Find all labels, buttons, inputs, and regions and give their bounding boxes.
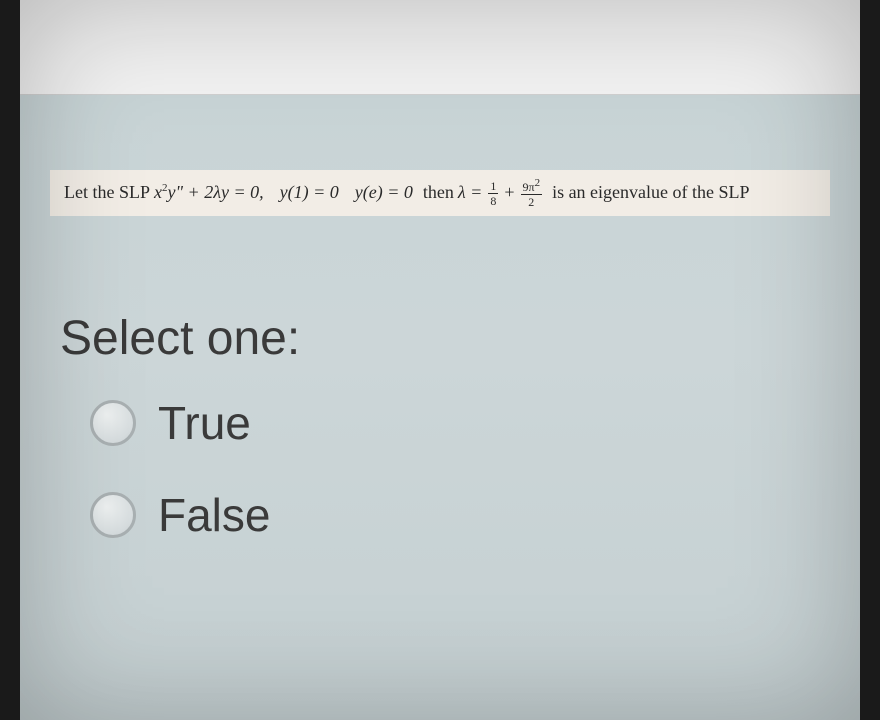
option-false-label: False bbox=[158, 488, 270, 542]
plus-sign: + bbox=[504, 180, 514, 205]
frac1-num: 1 bbox=[488, 180, 498, 194]
radio-icon[interactable] bbox=[90, 492, 136, 538]
eq-rest: y" + 2λy = 0, bbox=[168, 182, 264, 202]
options-group: True False bbox=[90, 396, 860, 542]
option-true-label: True bbox=[158, 396, 251, 450]
top-blank-bar bbox=[20, 0, 860, 95]
option-false[interactable]: False bbox=[90, 488, 860, 542]
equation: x2y" + 2λy = 0, bbox=[154, 180, 264, 205]
question-panel: Let the SLP x2y" + 2λy = 0, y(1) = 0 y(e… bbox=[20, 95, 860, 720]
eq-x: x bbox=[154, 182, 162, 202]
screen-frame: Let the SLP x2y" + 2λy = 0, y(1) = 0 y(e… bbox=[20, 0, 860, 720]
stem-tail: is an eigenvalue of the SLP bbox=[552, 180, 749, 205]
fraction-1: 1 8 bbox=[488, 180, 498, 207]
question-stem: Let the SLP x2y" + 2λy = 0, y(1) = 0 y(e… bbox=[50, 170, 830, 216]
fraction-2: 9π2 2 bbox=[521, 178, 543, 208]
frac2-den: 2 bbox=[526, 195, 536, 208]
boundary-cond-1: y(1) = 0 bbox=[280, 180, 339, 205]
option-true[interactable]: True bbox=[90, 396, 860, 450]
boundary-cond-2: y(e) = 0 bbox=[355, 180, 413, 205]
then-text: then bbox=[423, 180, 454, 205]
stem-prefix: Let the SLP bbox=[64, 180, 150, 205]
frac2-num: 9π2 bbox=[521, 178, 543, 195]
select-one-prompt: Select one: bbox=[60, 311, 860, 366]
radio-icon[interactable] bbox=[90, 400, 136, 446]
frac1-den: 8 bbox=[488, 194, 498, 207]
lambda-equals: λ = bbox=[458, 180, 482, 205]
